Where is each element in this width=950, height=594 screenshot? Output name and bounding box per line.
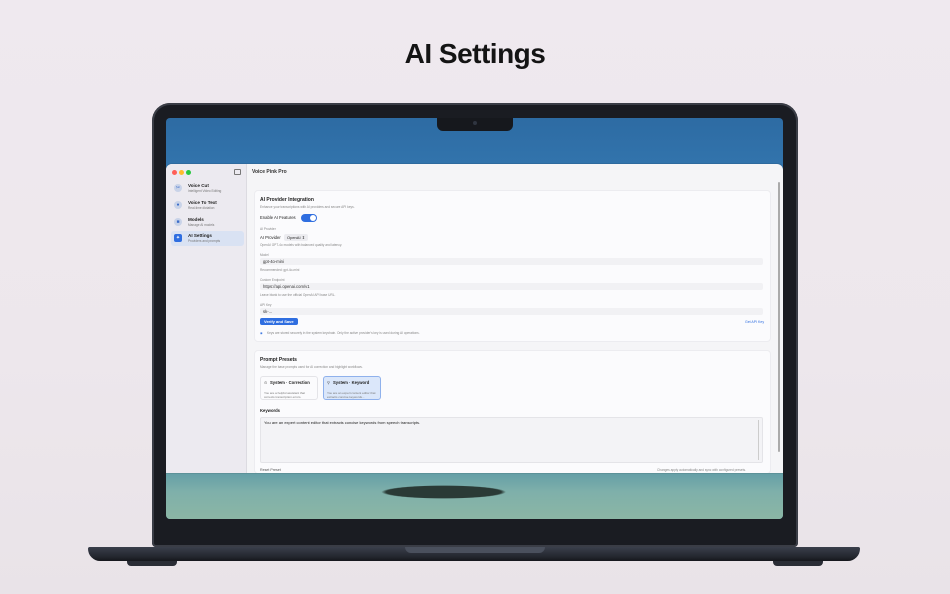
minimize-window-button[interactable] [179, 170, 184, 175]
reset-preset-button[interactable]: Reset Preset [260, 468, 281, 472]
model-hint: Recommended: gpt-4o-mini [260, 268, 300, 272]
provider-note: OpenAI GPT-4o models with balanced quali… [260, 243, 343, 247]
ai-provider-select[interactable]: OpenAI ⇕ [284, 234, 309, 241]
sidebar: ✂ Voice Cut Intelligent Video Editing ● … [166, 164, 247, 473]
editor-label: Keywords [260, 408, 281, 413]
window-title: Voice Pink Pro [252, 169, 287, 175]
sidebar-item-subtitle: Intelligent Video Editing [188, 189, 222, 193]
laptop-foot [773, 561, 823, 566]
ai-provider-label: AI Provider [260, 235, 281, 240]
preset-description: You are a helpful assistant that correct… [264, 391, 305, 399]
close-window-button[interactable] [172, 170, 177, 175]
sidebar-item-subtitle: Manage AI models [188, 223, 215, 227]
sidebar-item-subtitle: Real-time dictation [188, 206, 215, 210]
camera-icon [473, 121, 477, 125]
sidebar-item-title: AI Settings [188, 233, 212, 238]
sidebar-item-voice-to-text[interactable]: ● Voice To Text Real-time dictation [171, 198, 244, 213]
sidebar-item-voice-cut[interactable]: ✂ Voice Cut Intelligent Video Editing [171, 181, 244, 196]
sidebar-item-title: Models [188, 217, 204, 222]
sidebar-item-models[interactable]: ■ Models Manage AI models [171, 215, 244, 230]
laptop-base-notch [405, 547, 545, 553]
enable-ai-label: Enable AI Features [260, 215, 296, 220]
chevron-updown-icon: ⇕ [301, 235, 306, 240]
ai-provider-value: OpenAI [287, 235, 301, 240]
sidebar-item-ai-settings[interactable]: ✦ AI Settings Providers and prompts [171, 231, 244, 246]
presets-title: Prompt Presets [260, 357, 297, 363]
wallpaper-water [166, 468, 783, 519]
api-key-label: API Key [260, 303, 272, 307]
preset-title: System · Correction [270, 380, 310, 385]
sidebar-toggle-icon[interactable] [234, 169, 241, 175]
sparkle-icon: ✦ [174, 234, 182, 242]
chat-icon: ⊙ [264, 380, 268, 385]
provider-subtitle: Enhance your transcriptions with AI prov… [260, 205, 355, 209]
presets-footer-note: Changes apply automatically and sync wit… [657, 468, 746, 472]
endpoint-field[interactable]: https://api.openai.com/v1 [260, 283, 763, 290]
presets-subtitle: Manage the base prompts used for AI corr… [260, 365, 363, 369]
sidebar-item-title: Voice To Text [188, 200, 217, 205]
editor-scrollbar[interactable] [757, 420, 759, 460]
laptop-foot [127, 561, 177, 566]
api-key-field[interactable]: sk-... [260, 308, 763, 315]
cube-icon: ■ [174, 218, 182, 226]
presets-card: Prompt Presets Manage the base prompts u… [254, 350, 771, 473]
model-label: Model [260, 253, 269, 257]
app-window: ✂ Voice Cut Intelligent Video Editing ● … [166, 164, 783, 473]
preset-card[interactable]: ⊙ System · Correction You are a helpful … [260, 376, 318, 400]
endpoint-label: Custom Endpoint [260, 278, 285, 282]
page-headline: AI Settings [404, 38, 546, 69]
scissors-icon: ✂ [174, 184, 182, 192]
provider-title: AI Provider Integration [260, 197, 314, 203]
provider-card: AI Provider Integration Enhance your tra… [254, 190, 771, 342]
main-scrollbar[interactable] [778, 182, 780, 452]
enable-ai-toggle[interactable] [301, 214, 317, 222]
zoom-window-button[interactable] [186, 170, 191, 175]
endpoint-hint: Leave blank to use the official OpenAI A… [260, 293, 336, 297]
ai-provider-section-label: AI Provider [260, 227, 276, 231]
key-icon: ⚲ [327, 380, 330, 385]
camera-notch [437, 118, 513, 131]
sidebar-item-title: Voice Cut [188, 183, 209, 188]
shield-icon: ◉ [260, 331, 263, 335]
preset-description: You are an expert content editor that ex… [327, 391, 376, 399]
sidebar-item-subtitle: Providers and prompts [188, 239, 221, 243]
laptop-screen: ✂ Voice Cut Intelligent Video Editing ● … [166, 118, 783, 519]
verify-save-button[interactable]: Verify and Save [260, 318, 298, 325]
security-note: Keys are stored securely in the system k… [267, 331, 420, 335]
model-field[interactable]: gpt-4o-mini [260, 258, 763, 265]
mic-icon: ● [174, 201, 182, 209]
get-api-key-link[interactable]: Get API Key [745, 320, 764, 324]
prompt-editor[interactable]: You are an expert content editor that ex… [260, 417, 763, 463]
preset-title: System · Keyword [333, 380, 370, 385]
preset-card-selected[interactable]: ⚲ System · Keyword You are an expert con… [323, 376, 381, 400]
prompt-editor-text: You are an expert content editor that ex… [264, 420, 421, 425]
